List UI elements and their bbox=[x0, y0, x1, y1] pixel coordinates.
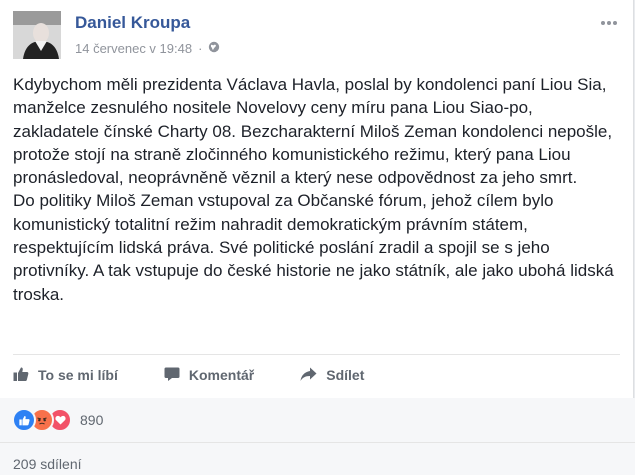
post-meta: 14 červenec v 19:48 · bbox=[75, 41, 220, 56]
like-label: To se mi líbí bbox=[38, 367, 118, 383]
action-bar: To se mi líbí Komentář Sdílet bbox=[13, 363, 613, 387]
meta-separator: · bbox=[198, 41, 203, 56]
divider bbox=[0, 442, 635, 443]
like-button[interactable]: To se mi líbí bbox=[13, 366, 118, 385]
post-paragraph: Kdybychom měli prezidenta Václava Havla,… bbox=[13, 75, 613, 188]
share-button[interactable]: Sdílet bbox=[300, 366, 364, 385]
more-options-icon[interactable] bbox=[600, 13, 618, 29]
share-arrow-icon bbox=[300, 366, 317, 385]
like-reaction-icon bbox=[12, 408, 36, 432]
divider bbox=[13, 354, 620, 355]
post-paragraph: Do politiky Miloš Zeman vstupoval za Obč… bbox=[13, 191, 614, 304]
thumbs-up-icon bbox=[13, 366, 29, 385]
globe-icon[interactable] bbox=[208, 41, 220, 56]
post-body: Kdybychom měli prezidenta Václava Havla,… bbox=[13, 73, 619, 306]
share-label: Sdílet bbox=[326, 367, 365, 383]
reaction-count[interactable]: 890 bbox=[80, 412, 103, 428]
post-timestamp[interactable]: 14 červenec v 19:48 bbox=[75, 41, 192, 56]
share-count[interactable]: 209 sdílení bbox=[13, 456, 82, 472]
comment-button[interactable]: Komentář bbox=[164, 366, 254, 385]
comment-icon bbox=[164, 366, 180, 385]
comment-label: Komentář bbox=[188, 367, 255, 383]
author-name[interactable]: Daniel Kroupa bbox=[75, 13, 190, 33]
post-card: Daniel Kroupa 14 červenec v 19:48 · Kdyb… bbox=[0, 0, 634, 398]
reaction-summary[interactable]: 890 bbox=[12, 408, 103, 432]
avatar[interactable] bbox=[13, 11, 61, 59]
